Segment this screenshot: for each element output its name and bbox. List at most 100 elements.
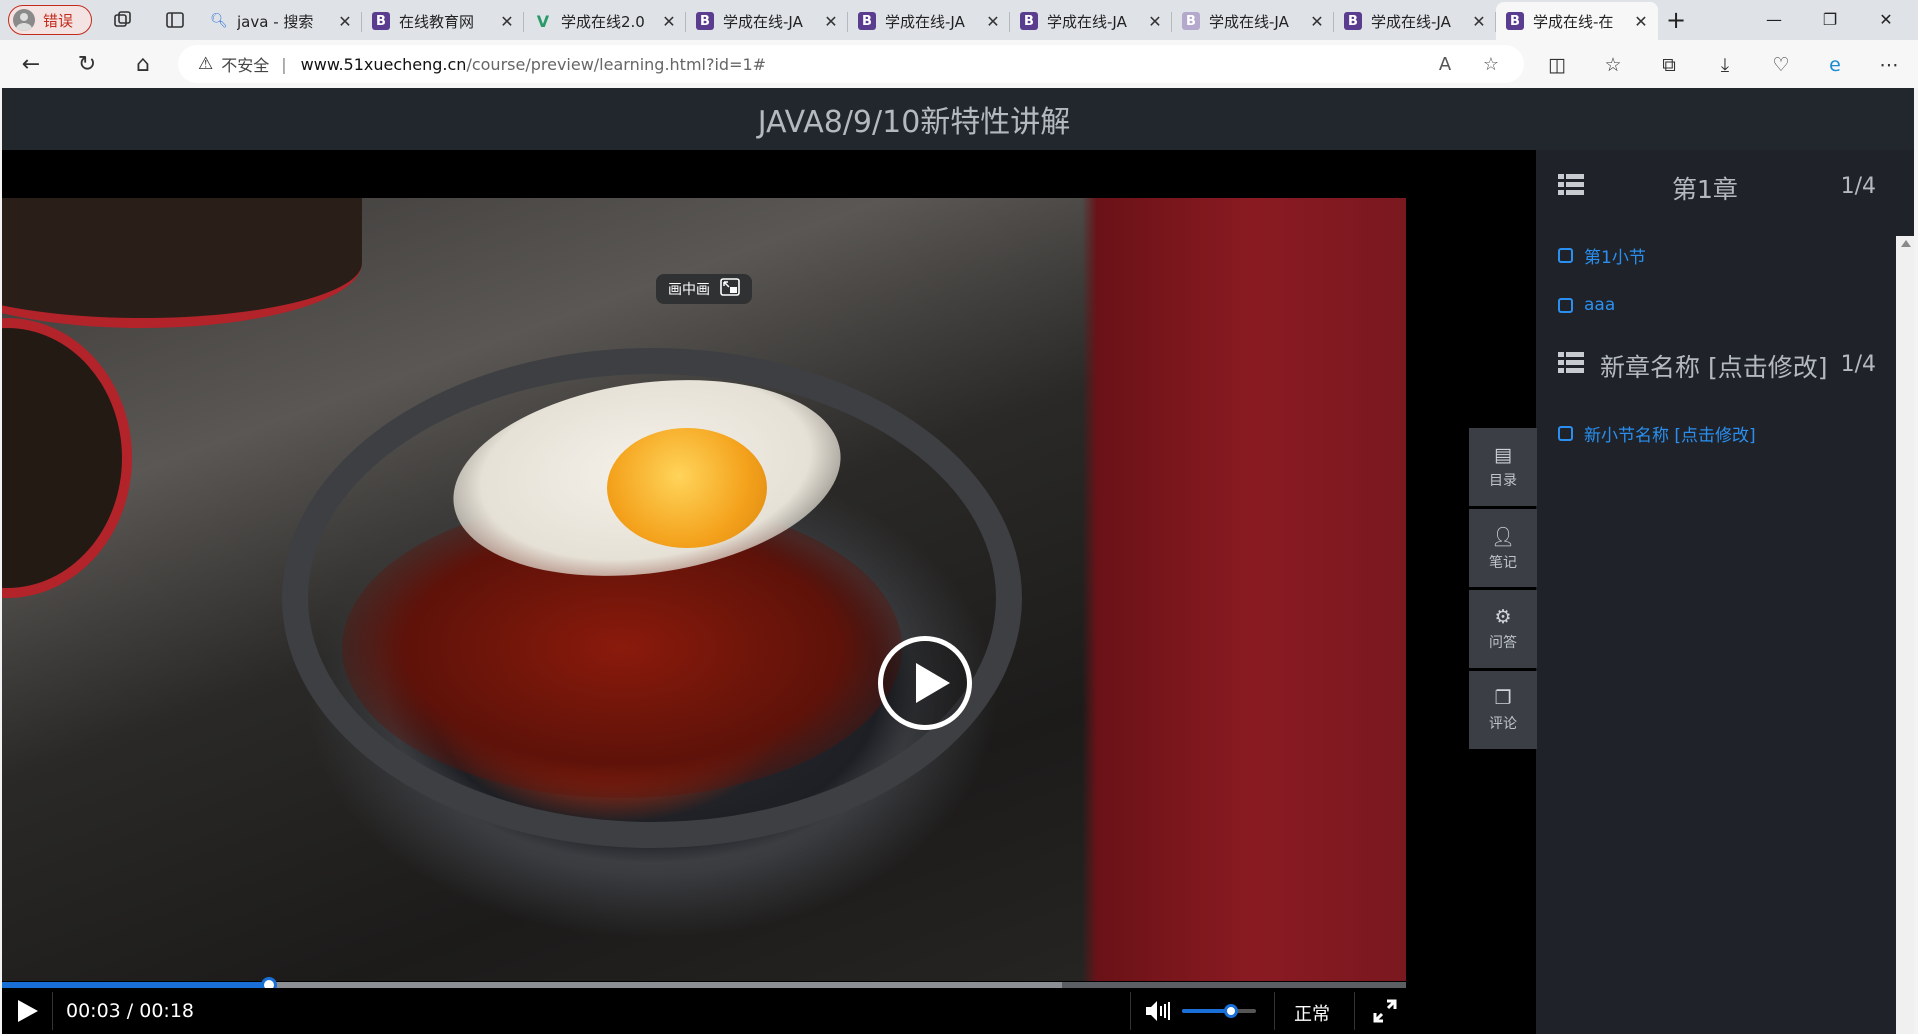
checkbox-icon xyxy=(1558,425,1573,441)
section-item[interactable]: aaa xyxy=(1538,280,1914,330)
security-label[interactable]: 不安全 xyxy=(221,52,269,76)
course-title: JAVA8/9/10新特性讲解 xyxy=(757,105,1071,140)
chapter-progress: 1/4 xyxy=(1840,174,1876,199)
gear-icon: ⚙ xyxy=(1494,606,1512,628)
section-item[interactable]: 第1小节 xyxy=(1538,230,1914,280)
favorites-icon[interactable]: ☆ xyxy=(1600,52,1626,78)
bootstrap-icon: B xyxy=(1182,12,1200,30)
minimize-icon[interactable]: — xyxy=(1762,8,1786,32)
close-icon[interactable]: ✕ xyxy=(1310,12,1324,31)
home-icon[interactable]: ⌂ xyxy=(130,52,156,78)
favorite-star-icon[interactable]: ☆ xyxy=(1480,54,1502,76)
url-path: /course/preview/learning.html?id=1# xyxy=(466,54,767,74)
restore-icon[interactable]: ❐ xyxy=(1818,8,1842,32)
more-menu-icon[interactable]: ⋯ xyxy=(1876,52,1902,78)
browser-essentials-icon[interactable]: ♡ xyxy=(1768,52,1794,78)
workspaces-icon[interactable] xyxy=(112,9,134,31)
chapter-title[interactable]: 新章名称 [点击修改] xyxy=(1600,348,1827,384)
divider xyxy=(1130,992,1131,1030)
downloads-icon[interactable]: ⤓ xyxy=(1712,52,1738,78)
picture-in-picture-button[interactable]: 画中画 xyxy=(656,274,752,304)
side-tool-catalog[interactable]: ▤ 目录 xyxy=(1469,428,1537,506)
section-item[interactable]: 新小节名称 [点击修改] xyxy=(1538,408,1914,458)
browser-tab[interactable]: B 学成在线-JA ✕ xyxy=(1334,2,1496,40)
tab-title: 在线教育网 xyxy=(399,12,475,31)
reload-icon[interactable]: ↻ xyxy=(74,52,100,78)
browser-tab[interactable]: V 学成在线2.0 ✕ xyxy=(524,2,686,40)
warning-icon[interactable]: ⚠ xyxy=(198,54,213,74)
tab-actions-icon[interactable] xyxy=(164,9,186,31)
bootstrap-icon: B xyxy=(1506,12,1524,30)
list-icon xyxy=(1558,174,1584,196)
url-field[interactable]: ⚠ 不安全 | www.51xuecheng.cn /course/previe… xyxy=(178,45,1524,83)
side-tool-comments[interactable]: ❐ 评论 xyxy=(1469,671,1537,749)
video-scene-bowl xyxy=(2,198,362,328)
new-tab-icon[interactable]: + xyxy=(1664,8,1688,32)
side-tool-notes[interactable]: 👤︎ 笔记 xyxy=(1469,509,1537,587)
playback-speed-button[interactable]: 正常 xyxy=(1294,1000,1330,1026)
tab-title: 学成在线-在 xyxy=(1533,12,1614,31)
close-icon[interactable]: ✕ xyxy=(1148,12,1162,31)
volume-icon[interactable] xyxy=(1144,998,1172,1024)
copy-icon: ❐ xyxy=(1494,687,1512,709)
video-scene-yolk xyxy=(607,428,767,548)
profile-button[interactable]: 错误 xyxy=(8,5,92,35)
checkbox-icon xyxy=(1558,297,1573,313)
catalog-icon: ▤ xyxy=(1494,444,1512,466)
collections-icon[interactable]: ⧉ xyxy=(1656,52,1682,78)
browser-tab[interactable]: B 学成在线-JA ✕ xyxy=(686,2,848,40)
section-label[interactable]: 新小节名称 [点击修改] xyxy=(1584,421,1756,446)
tab-title: 学成在线2.0 xyxy=(561,12,645,31)
side-tool-label: 笔记 xyxy=(1489,554,1517,571)
volume-handle[interactable] xyxy=(1223,1004,1238,1018)
browser-tab[interactable]: B 学成在线-JA ✕ xyxy=(1172,2,1334,40)
bootstrap-icon: B xyxy=(1344,12,1362,30)
scroll-up-arrow-icon[interactable] xyxy=(1901,240,1911,247)
side-toolbar: ▤ 目录 👤︎ 笔记 ⚙ 问答 ❐ 评论 xyxy=(1469,428,1537,752)
volume-slider[interactable] xyxy=(1182,1004,1256,1018)
video-player[interactable]: 画中画 ▤ 目录 👤︎ 笔记 ⚙ 问答 ❐ 评论 00:03 / 00:18 正… xyxy=(2,150,1537,1034)
browser-tab-bar: 错误 🔍︎ java - 搜索 ✕ B 在线教育网 ✕ V 学成在线2.0 ✕ … xyxy=(0,0,1918,40)
divider xyxy=(1354,992,1355,1030)
browser-tab[interactable]: B 学成在线-JA ✕ xyxy=(848,2,1010,40)
close-icon[interactable]: ✕ xyxy=(662,12,676,31)
split-screen-icon[interactable]: ◫ xyxy=(1544,52,1570,78)
tab-title: 学成在线-JA xyxy=(1371,12,1451,31)
close-icon[interactable]: ✕ xyxy=(986,12,1000,31)
separator: | xyxy=(281,54,287,74)
video-scene-bowl xyxy=(2,318,132,598)
close-icon[interactable]: ✕ xyxy=(500,12,514,31)
close-icon[interactable]: ✕ xyxy=(824,12,838,31)
back-icon[interactable]: ← xyxy=(18,52,44,78)
browser-tab[interactable]: B 在线教育网 ✕ xyxy=(362,2,524,40)
video-frame[interactable] xyxy=(2,198,1406,981)
browser-tab-active[interactable]: B 学成在线-在 ✕ xyxy=(1496,2,1658,40)
time-display: 00:03 / 00:18 xyxy=(66,1000,194,1022)
page-scrollbar[interactable] xyxy=(1896,236,1914,1034)
chapter-header[interactable]: 第1章 1/4 xyxy=(1538,160,1914,230)
read-aloud-icon[interactable]: A xyxy=(1434,54,1456,76)
fullscreen-icon[interactable] xyxy=(1372,998,1398,1024)
browser-tab[interactable]: 🔍︎ java - 搜索 ✕ xyxy=(200,2,362,40)
bootstrap-icon: B xyxy=(1020,12,1038,30)
edge-copilot-icon[interactable]: e xyxy=(1822,52,1848,78)
side-tool-label: 目录 xyxy=(1489,473,1517,489)
url-host: www.51xuecheng.cn xyxy=(300,54,467,74)
close-icon[interactable]: ✕ xyxy=(1634,12,1648,31)
play-icon[interactable] xyxy=(14,998,40,1024)
side-tool-label: 评论 xyxy=(1489,716,1517,732)
tab-title: 学成在线-JA xyxy=(1209,12,1289,31)
window-close-icon[interactable]: ✕ xyxy=(1874,8,1898,32)
close-icon[interactable]: ✕ xyxy=(1472,12,1486,31)
user-icon: 👤︎ xyxy=(1490,525,1516,548)
list-icon xyxy=(1558,352,1584,374)
chapter-title: 第1章 xyxy=(1672,175,1738,204)
side-tool-qa[interactable]: ⚙ 问答 xyxy=(1469,590,1537,668)
avatar xyxy=(13,9,35,31)
chapter-header[interactable]: 新章名称 [点击修改] 1/4 xyxy=(1538,338,1914,408)
close-icon[interactable]: ✕ xyxy=(338,12,352,31)
big-play-button[interactable] xyxy=(878,636,972,730)
bootstrap-icon: B xyxy=(858,12,876,30)
bootstrap-icon: B xyxy=(372,12,390,30)
browser-tab[interactable]: B 学成在线-JA ✕ xyxy=(1010,2,1172,40)
